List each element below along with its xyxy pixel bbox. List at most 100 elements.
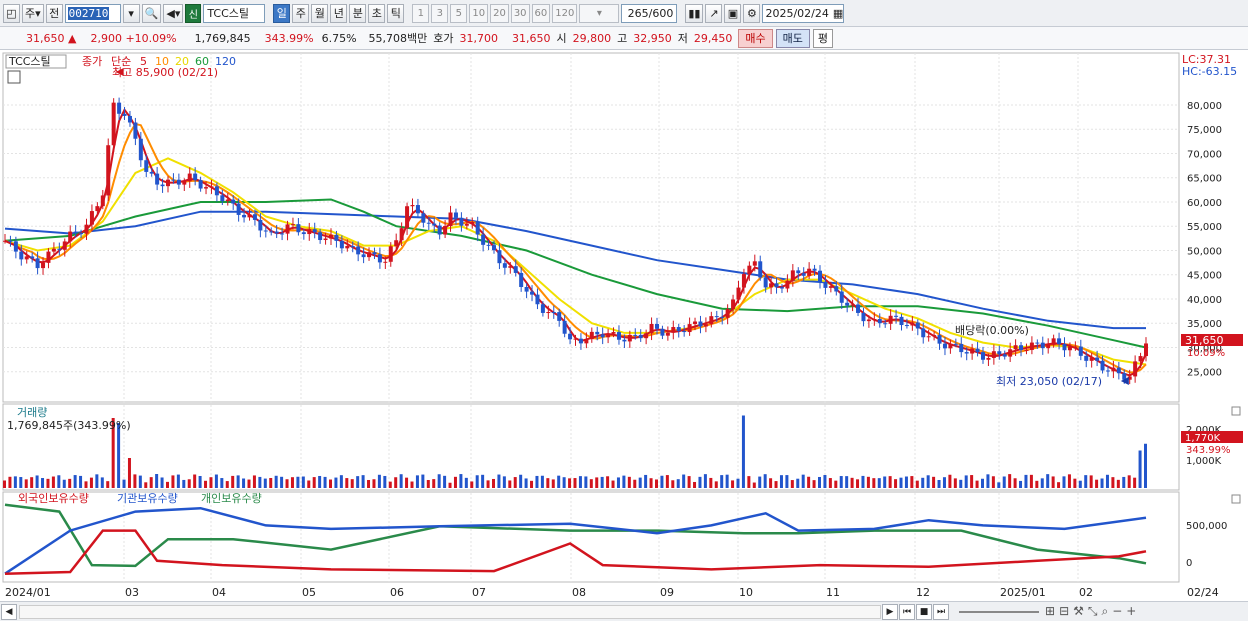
search-icon[interactable]: 🔍	[141, 3, 162, 23]
scroll-left-icon[interactable]: ◀	[1, 603, 17, 620]
y-tick-label: 65,000	[1187, 174, 1222, 185]
volume-bar	[796, 478, 800, 488]
candle-body	[459, 217, 464, 226]
gear-icon[interactable]: ⚙	[743, 3, 761, 23]
volume-bar	[877, 478, 881, 488]
interval-custom-input[interactable]: ▾	[579, 3, 620, 23]
x-tick-label: 02	[1079, 586, 1093, 599]
chart-svg[interactable]: 80,000 75,000 70,000 65,000 60,000 55,000 50,0…	[0, 51, 1248, 601]
candle-body	[1144, 343, 1148, 357]
zoom-slider[interactable]	[959, 610, 1039, 613]
holdings-panel	[2, 491, 1180, 583]
candle-body	[1002, 354, 1007, 357]
interval-1[interactable]: 1	[412, 3, 430, 23]
volume-bar	[926, 475, 930, 488]
buy-button[interactable]: 매수	[738, 28, 773, 48]
candle-type-icon[interactable]: ▮▮	[685, 3, 704, 23]
candle-body	[122, 113, 127, 116]
y-tick-label: 60,000	[1187, 198, 1222, 209]
candle-body	[394, 240, 399, 247]
stop-icon[interactable]: ■	[916, 603, 932, 620]
trend-icon[interactable]: ⤡	[1088, 604, 1098, 619]
interval-60[interactable]: 60	[531, 3, 551, 23]
candle-body	[166, 179, 170, 187]
candle-body	[622, 339, 627, 342]
volume-bar	[584, 476, 588, 488]
volume-bar	[698, 476, 702, 488]
stock-name-field[interactable]: TCC스틸	[203, 3, 266, 23]
draw-tool-icon[interactable]: ↗	[705, 3, 723, 23]
zoom-in-icon[interactable]: +	[1126, 604, 1136, 619]
volume-bar	[524, 478, 528, 488]
mode-select[interactable]: 주 ▾	[22, 3, 44, 23]
volume-bar	[779, 475, 783, 488]
candle-body	[861, 312, 866, 322]
candle-body	[301, 232, 306, 235]
volume-bar	[486, 480, 490, 488]
candle-body	[1116, 367, 1121, 374]
volume-bar	[839, 476, 843, 488]
interval-5[interactable]: 5	[450, 3, 468, 23]
candle-body	[296, 224, 301, 233]
volume-bar	[492, 478, 495, 488]
volume-ratio: 343.99%	[264, 31, 314, 45]
period-week[interactable]: 주	[292, 3, 310, 23]
period-tick[interactable]: 틱	[387, 3, 405, 23]
tools-icon[interactable]: ⚒	[1073, 604, 1084, 619]
interval-30[interactable]: 30	[510, 3, 530, 23]
candle-body	[959, 343, 964, 353]
candle-body	[790, 270, 795, 281]
candle-body	[1035, 342, 1040, 344]
date-field[interactable]: 2025/02/24 ▦	[762, 3, 845, 23]
interval-120[interactable]: 120	[552, 3, 578, 23]
prev-button[interactable]: 전	[45, 3, 63, 23]
data-count-field[interactable]: 265/600	[621, 3, 678, 23]
period-minute[interactable]: 분	[349, 3, 367, 23]
chart-scrollbar[interactable]	[19, 604, 881, 619]
zoom-out-icon[interactable]: −	[1112, 604, 1122, 619]
interval-10[interactable]: 10	[469, 3, 489, 23]
code-dropdown-icon[interactable]: ▾	[122, 3, 140, 23]
sell-button[interactable]: 매도	[775, 28, 810, 48]
volume-bar	[405, 477, 409, 488]
volume-close-icon[interactable]	[1231, 406, 1241, 416]
volume-bar	[339, 475, 343, 488]
compare-icon[interactable]: ⊟	[1059, 604, 1069, 619]
candle-body	[73, 231, 78, 234]
eval-button[interactable]: 평	[812, 28, 834, 48]
period-day[interactable]: 일	[273, 3, 291, 23]
legend-foreign: 외국인보유수량	[18, 492, 89, 505]
window-icon[interactable]: ◰	[3, 3, 20, 23]
high-annotation: 최고 85,900 (02/21)	[112, 66, 218, 79]
zoom-icon[interactable]: ⌕	[1102, 604, 1109, 619]
chart-area[interactable]: 80,000 75,000 70,000 65,000 60,000 55,000 50,0…	[0, 51, 1248, 601]
volume-bar	[209, 477, 213, 488]
period-second[interactable]: 초	[368, 3, 386, 23]
volume-bar	[1029, 474, 1033, 488]
interval-20[interactable]: 20	[490, 3, 509, 23]
candle-body	[970, 348, 975, 354]
volume-bar	[595, 477, 599, 488]
calendar-icon[interactable]: ▦	[833, 7, 843, 20]
candle-body	[258, 219, 263, 231]
volume-bar	[823, 475, 827, 488]
period-year[interactable]: 년	[330, 3, 348, 23]
speaker-icon[interactable]: ◀▾	[163, 3, 184, 23]
candle-body	[290, 224, 295, 226]
volume-bar	[578, 476, 582, 488]
stock-code-input[interactable]: 002710	[64, 3, 121, 23]
first-page-icon[interactable]: ⏮	[899, 603, 915, 620]
save-icon[interactable]: ▣	[724, 3, 742, 23]
interval-3[interactable]: 3	[431, 3, 449, 23]
candle-body	[388, 246, 393, 262]
volume-bar	[932, 476, 936, 488]
scroll-right-icon[interactable]: ▶	[882, 603, 898, 620]
period-month[interactable]: 월	[311, 3, 329, 23]
layout-icon[interactable]: ⊞	[1045, 604, 1055, 619]
bid-price: 31,650	[512, 31, 551, 45]
y-tick-label: 80,000	[1187, 101, 1222, 112]
table-toggle-icon[interactable]	[7, 70, 21, 84]
candle-body	[584, 339, 589, 344]
holdings-close-icon[interactable]	[1231, 494, 1241, 504]
last-page-icon[interactable]: ⏭	[933, 603, 949, 620]
